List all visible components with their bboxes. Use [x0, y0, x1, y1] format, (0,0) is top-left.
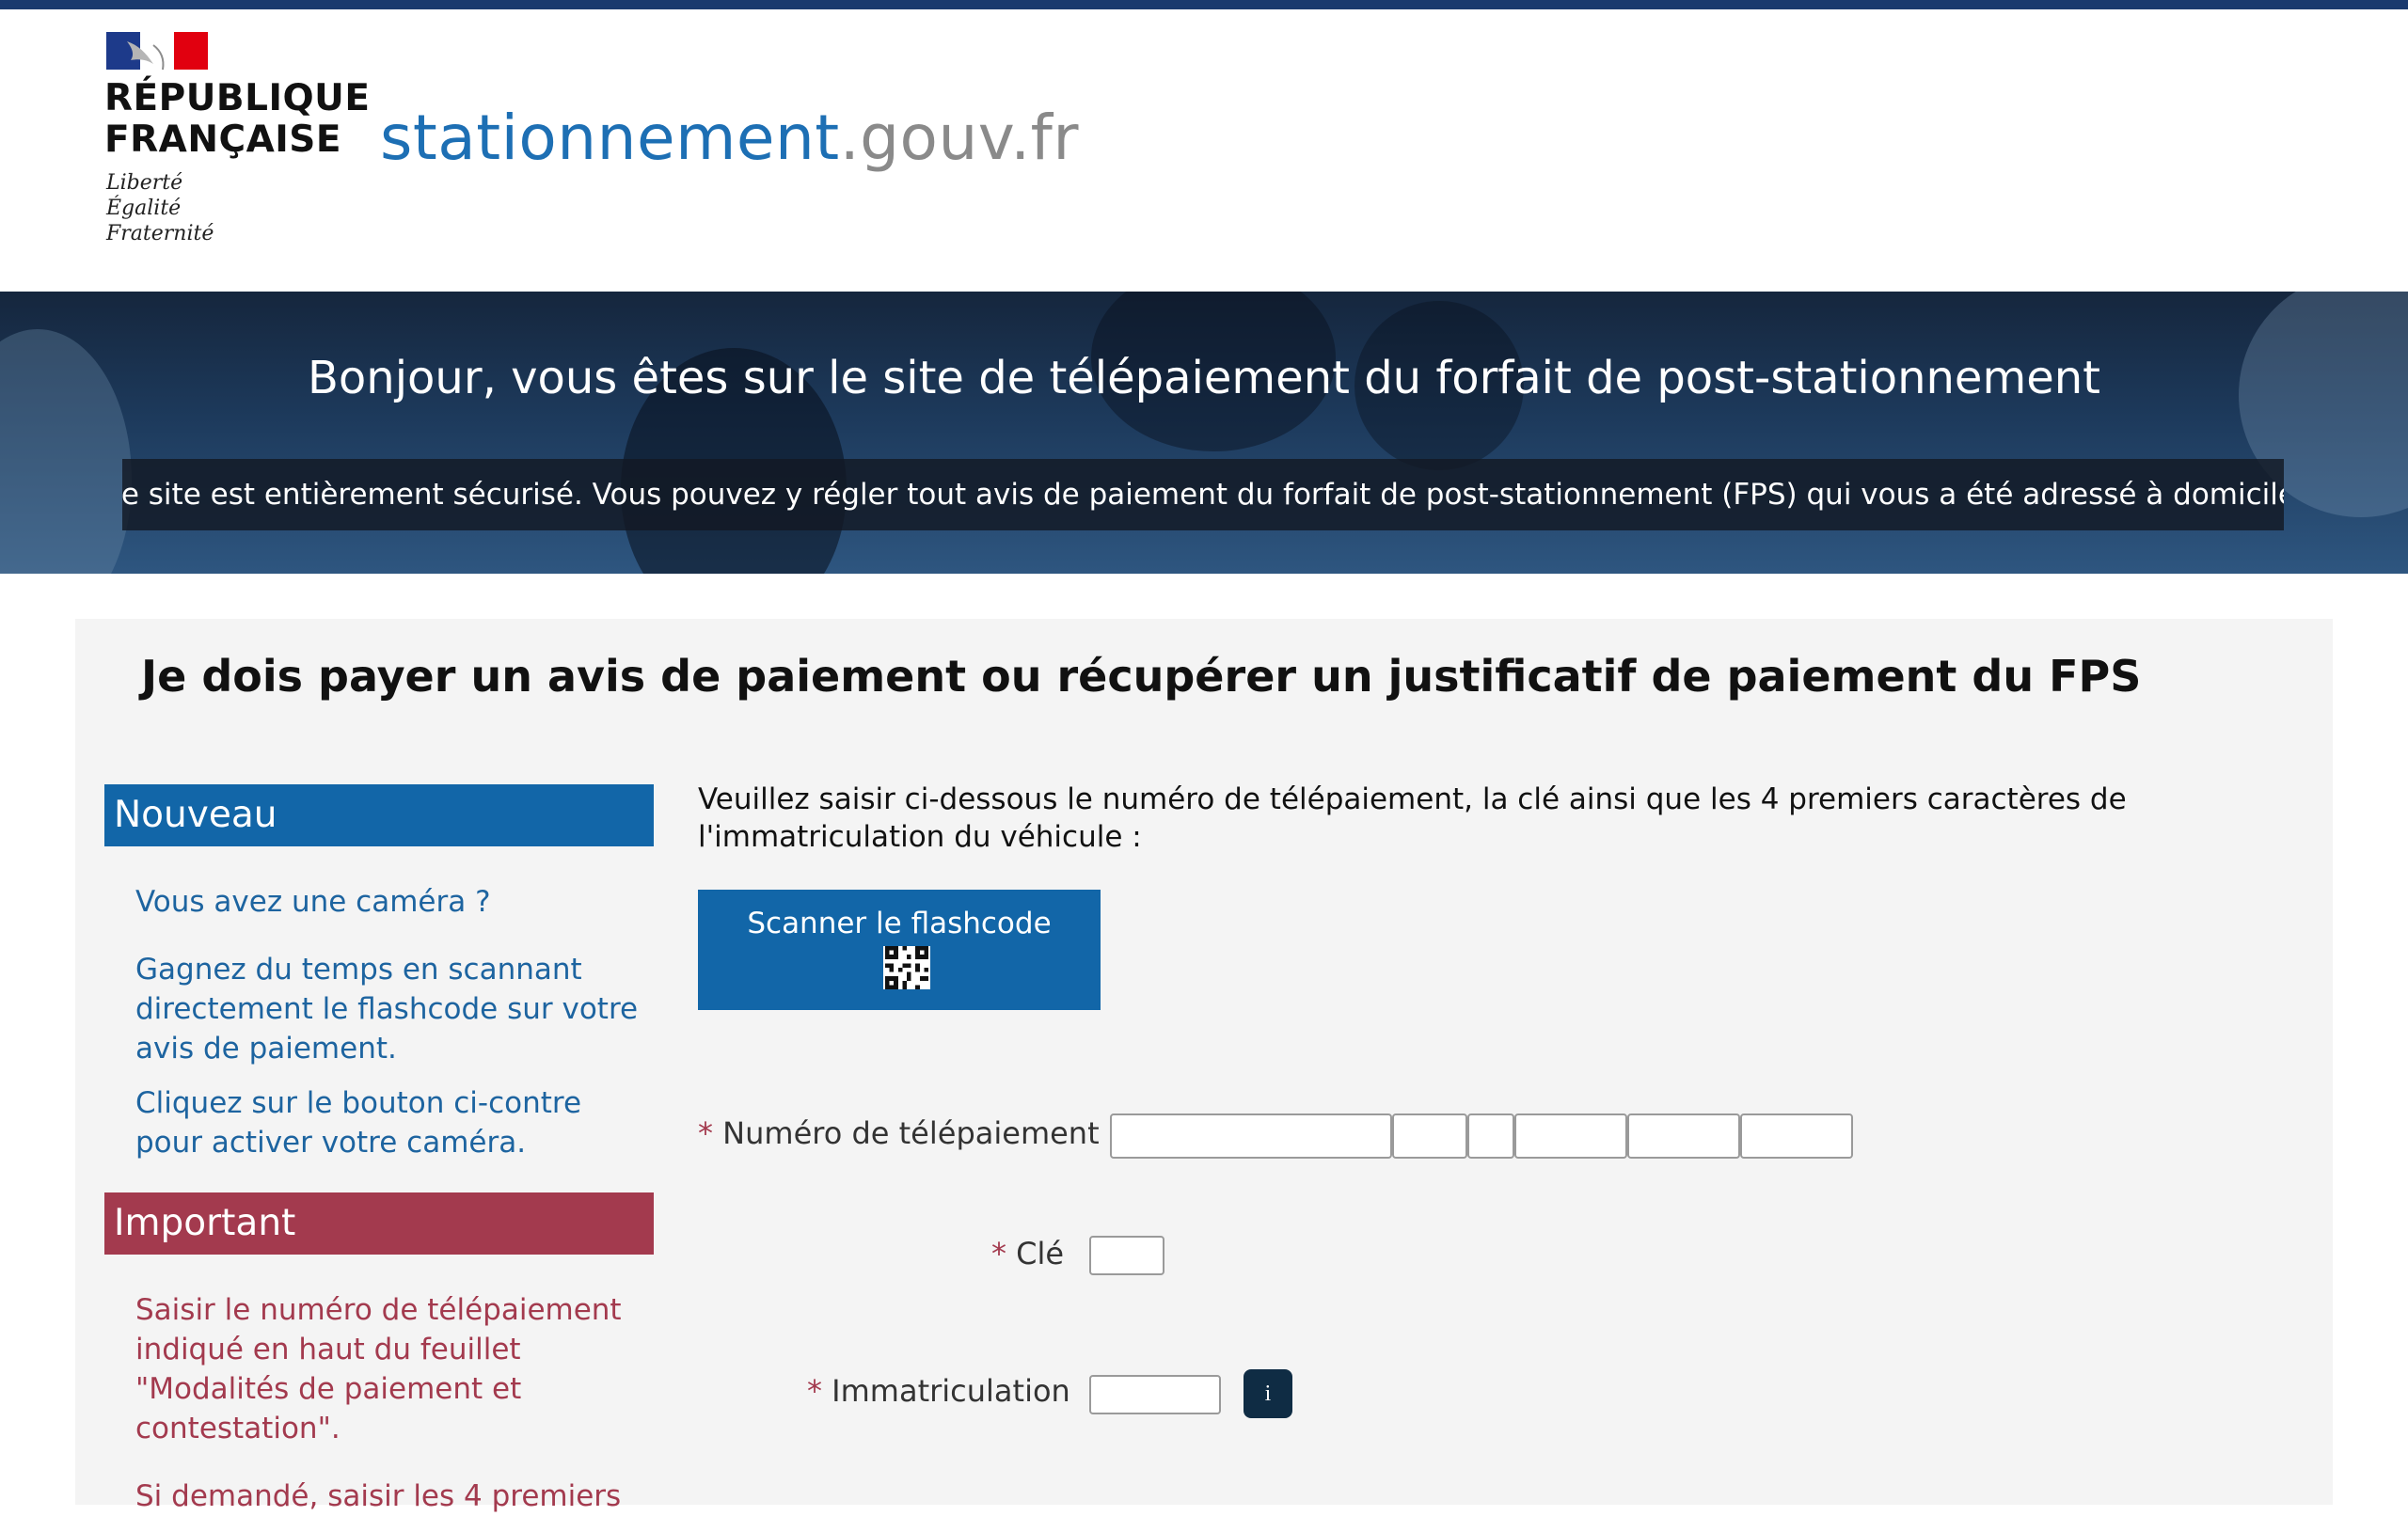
required-mark: *: [807, 1373, 822, 1409]
required-mark: *: [991, 1236, 1006, 1271]
qr-code-icon: [883, 946, 930, 989]
site-header: RÉPUBLIQUE FRANÇAISE Liberté Égalité Fra…: [0, 9, 2408, 292]
payment-number-part-6[interactable]: [1740, 1113, 1853, 1159]
sidebar-important-heading: Important: [104, 1192, 654, 1255]
key-input[interactable]: [1089, 1236, 1164, 1275]
payment-panel: Je dois payer un avis de paiement ou réc…: [75, 619, 2333, 1513]
sidebar-new-heading: Nouveau: [104, 784, 654, 846]
payment-number-part-4[interactable]: [1514, 1113, 1627, 1159]
key-label: * Clé: [991, 1236, 1064, 1271]
registration-label: * Immatriculation: [807, 1373, 1070, 1409]
banner-security-note: Ce site est entièrement sécurisé. Vous p…: [122, 459, 2284, 530]
scan-flashcode-label: Scanner le flashcode: [747, 907, 1052, 940]
payment-number-part-1[interactable]: [1110, 1113, 1392, 1159]
sidebar-new-item: Vous avez une caméra ?: [135, 885, 491, 919]
motto-liberte: Liberté: [106, 171, 183, 195]
banner-title: Bonjour, vous êtes sur le site de télépa…: [307, 352, 2100, 404]
scan-flashcode-button[interactable]: Scanner le flashcode: [698, 890, 1101, 1010]
republic-line-2: FRANÇAISE: [104, 118, 342, 161]
republic-line-1: RÉPUBLIQUE: [104, 77, 371, 119]
site-name-logo[interactable]: stationnement.gouv.fr: [380, 102, 1079, 174]
payment-number-label-text: Numéro de télépaiement: [722, 1115, 1100, 1151]
registration-label-text: Immatriculation: [832, 1373, 1070, 1409]
site-name-secondary: .gouv.fr: [839, 102, 1080, 174]
payment-number-part-5[interactable]: [1627, 1113, 1740, 1159]
registration-input[interactable]: [1089, 1375, 1221, 1414]
sidebar-important-item: Saisir le numéro de télépaiement indiqué…: [135, 1293, 622, 1445]
payment-number-part-3[interactable]: [1467, 1113, 1514, 1159]
site-name-primary: stationnement: [380, 102, 840, 174]
motto-egalite: Égalité: [106, 197, 182, 220]
page-title: Je dois payer un avis de paiement ou réc…: [141, 651, 2142, 702]
sidebar-new-item: Gagnez du temps en scannant directement …: [135, 953, 639, 1066]
form-instructions: Veuillez saisir ci-dessous le numéro de …: [698, 782, 2127, 854]
payment-number-label: * Numéro de télépaiement: [698, 1115, 1100, 1151]
required-mark: *: [698, 1115, 713, 1151]
marianne-flag-logo: [106, 32, 208, 71]
key-label-text: Clé: [1016, 1236, 1065, 1271]
top-rule: [0, 0, 2408, 9]
sidebar-important-item: Si demandé, saisir les 4 premiers: [135, 1479, 622, 1513]
registration-info-button[interactable]: i: [1244, 1369, 1292, 1418]
motto-fraternite: Fraternité: [106, 222, 214, 245]
payment-number-part-2[interactable]: [1392, 1113, 1467, 1159]
hero-banner: Bonjour, vous êtes sur le site de télépa…: [0, 292, 2408, 574]
sidebar-new-item: Cliquez sur le bouton ci-contre pour act…: [135, 1086, 582, 1160]
